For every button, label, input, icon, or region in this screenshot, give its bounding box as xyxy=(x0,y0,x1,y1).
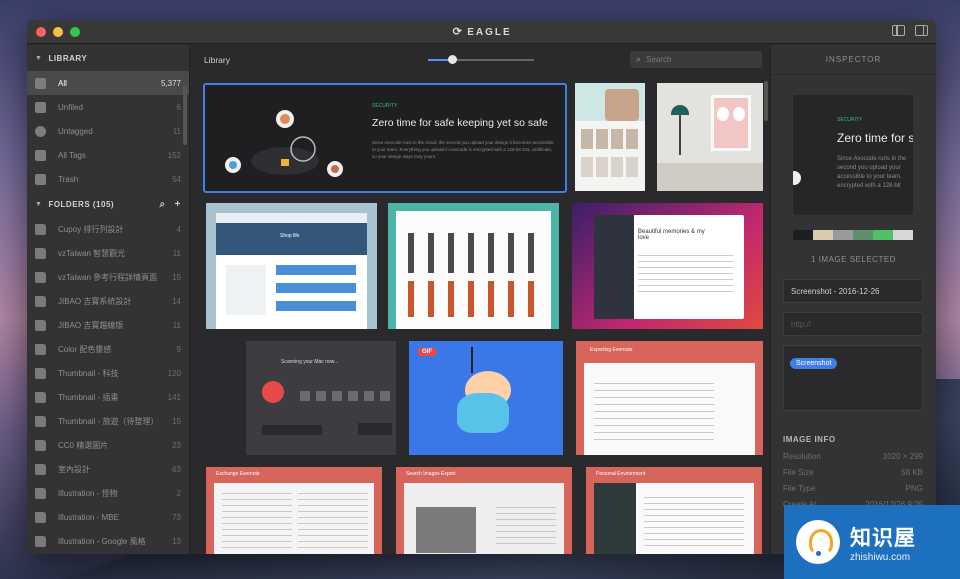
folder-icon xyxy=(35,295,46,307)
image-card-personal-env[interactable]: Personal Environment xyxy=(586,467,762,554)
sidebar-folder-item[interactable]: 室內設計 63 xyxy=(27,457,189,481)
all-images-icon xyxy=(35,77,46,89)
sidebar-folder-item[interactable]: Cupoy 排行列設計 4 xyxy=(27,217,189,241)
caret-down-icon: ▼ xyxy=(35,200,43,208)
trash-icon xyxy=(35,173,46,185)
tags-field[interactable]: Screenshot xyxy=(783,345,923,411)
sidebar-folder-item[interactable]: Thumbnail - 插畫 141 xyxy=(27,385,189,409)
color-swatch[interactable] xyxy=(873,230,893,240)
folder-icon xyxy=(35,247,46,259)
inspector-header: INSPECTOR xyxy=(771,45,936,75)
info-row-file-type: File Type PNG xyxy=(783,484,923,493)
sidebar-scrollbar[interactable] xyxy=(183,85,187,145)
question-logo-icon xyxy=(796,520,840,564)
search-input[interactable]: ⌕ Search xyxy=(630,51,762,68)
caret-down-icon: ▼ xyxy=(35,54,43,62)
url-field[interactable]: http:// xyxy=(783,312,923,336)
tag-icon xyxy=(35,149,46,161)
watermark-badge: 知识屋 zhishiwu.com xyxy=(784,505,960,579)
image-card-exporter-site[interactable]: Exporting Evernote xyxy=(576,341,763,455)
folder-icon xyxy=(35,463,46,475)
info-row-resolution: Resolution 1020 × 299 xyxy=(783,452,923,461)
search-icon: ⌕ xyxy=(636,54,642,64)
image-card-security[interactable]: SECURITY Zero time for safe keeping yet … xyxy=(203,83,567,193)
window-controls xyxy=(36,26,80,37)
image-card-interior[interactable] xyxy=(657,83,763,191)
toggle-sidebar-icon[interactable] xyxy=(892,25,905,36)
tag-chip[interactable]: Screenshot xyxy=(790,358,838,369)
image-grid-area: Library ⌕ Search SECURITY Zero time for … xyxy=(190,45,770,554)
image-card-gif-illustration[interactable]: GIF xyxy=(409,341,563,455)
sidebar-item-untagged[interactable]: Untagged 11 xyxy=(27,119,189,143)
library-label: Library xyxy=(204,55,230,65)
sidebar-folder-item[interactable]: Illustration - 怪物 2 xyxy=(27,481,189,505)
sidebar-item-trash[interactable]: Trash 54 xyxy=(27,167,189,191)
avatar-icon xyxy=(793,171,801,185)
color-swatch[interactable] xyxy=(853,230,873,240)
sidebar-folder-item[interactable]: Color 配色靈感 9 xyxy=(27,337,189,361)
folder-icon xyxy=(35,511,46,523)
image-card-mac-cleaner[interactable]: Scanning your Mac now... xyxy=(206,341,396,455)
sidebar-folder-item[interactable]: CC0 精選圖片 23 xyxy=(27,433,189,457)
sidebar-folder-item[interactable]: JIBAO 吉寶趨線版 11 xyxy=(27,313,189,337)
window-title: ⟳ EAGLE xyxy=(452,26,512,38)
sidebar: ▼ LIBRARY All 5,377 Unfiled 6 Untagged 1… xyxy=(27,45,190,554)
sidebar-folder-item[interactable]: Illustration - MBE 73 xyxy=(27,505,189,529)
folder-icon xyxy=(35,319,46,331)
unfiled-icon xyxy=(35,101,46,113)
folder-icon xyxy=(35,367,46,379)
color-swatch[interactable] xyxy=(813,230,833,240)
info-row-file-size: File Size 58 KB xyxy=(783,468,923,477)
sidebar-folder-item[interactable]: vzTaiwan 智慧觀光 11 xyxy=(27,241,189,265)
sidebar-folder-item[interactable]: JIBAO 吉寶系統設計 14 xyxy=(27,289,189,313)
folder-icon xyxy=(35,439,46,451)
eagle-logo-icon: ⟳ xyxy=(452,26,462,38)
sidebar-item-unfiled[interactable]: Unfiled 6 xyxy=(27,95,189,119)
color-swatch[interactable] xyxy=(893,230,913,240)
folder-icon xyxy=(35,271,46,283)
image-card-search-export[interactable]: Exchange Evernote xyxy=(206,467,382,554)
color-swatch[interactable] xyxy=(833,230,853,240)
folder-icon xyxy=(35,223,46,235)
image-info-title: IMAGE INFO xyxy=(783,435,836,444)
sidebar-folder-item[interactable]: Thumbnail - 科技 120 xyxy=(27,361,189,385)
search-icon[interactable]: ⌕ xyxy=(160,199,166,210)
title-bar: ⟳ EAGLE xyxy=(27,20,936,44)
add-folder-icon[interactable]: + xyxy=(175,199,181,210)
folder-icon xyxy=(35,487,46,499)
selection-count: 1 IMAGE SELECTED xyxy=(811,255,896,264)
sidebar-folder-item[interactable]: vzTaiwan 參考行程詳情頁面 15 xyxy=(27,265,189,289)
library-section-header[interactable]: ▼ LIBRARY xyxy=(27,45,189,71)
image-card-fashion-site[interactable] xyxy=(575,83,645,191)
image-card-docs-export[interactable]: Search Images Export xyxy=(396,467,572,554)
zoom-button[interactable] xyxy=(70,26,80,37)
folder-icon xyxy=(35,415,46,427)
image-card-skateboard-shop[interactable] xyxy=(388,203,559,329)
toggle-inspector-icon[interactable] xyxy=(915,25,928,36)
close-button[interactable] xyxy=(36,26,46,37)
sidebar-folder-item[interactable]: Thumbnail - 旅遊（待整理） 15 xyxy=(27,409,189,433)
color-palette[interactable] xyxy=(793,230,913,240)
inspector-preview: SECURITY Zero time for sa Since Avocode … xyxy=(793,95,913,215)
folder-icon xyxy=(35,343,46,355)
security-illustration xyxy=(225,110,343,177)
untagged-icon xyxy=(35,125,46,137)
color-swatch[interactable] xyxy=(793,230,813,240)
image-card-memories-app[interactable]: Beautiful memories & my love xyxy=(572,203,763,329)
slider-knob[interactable] xyxy=(448,55,457,64)
sidebar-item-all[interactable]: All 5,377 xyxy=(27,71,189,95)
folder-icon xyxy=(35,391,46,403)
folder-icon xyxy=(35,535,46,547)
sidebar-folder-item[interactable]: Illustration - Google 風格 13 xyxy=(27,529,189,553)
minimize-button[interactable] xyxy=(53,26,63,37)
sidebar-item-all-tags[interactable]: All Tags 152 xyxy=(27,143,189,167)
image-card-shop-site[interactable]: Shop life xyxy=(206,203,377,329)
name-field[interactable]: Screenshot - 2016-12-26 xyxy=(783,279,923,303)
app-window: ⟳ EAGLE ▼ LIBRARY All 5,377 Unfiled 6 Un… xyxy=(27,20,936,554)
grid-scrollbar[interactable] xyxy=(764,81,768,121)
thumbnail-size-slider[interactable] xyxy=(428,55,534,64)
folders-section-header[interactable]: ▼ FOLDERS (105) ⌕ + xyxy=(27,191,189,217)
inspector-panel: INSPECTOR SECURITY Zero time for sa Sinc… xyxy=(770,45,936,554)
